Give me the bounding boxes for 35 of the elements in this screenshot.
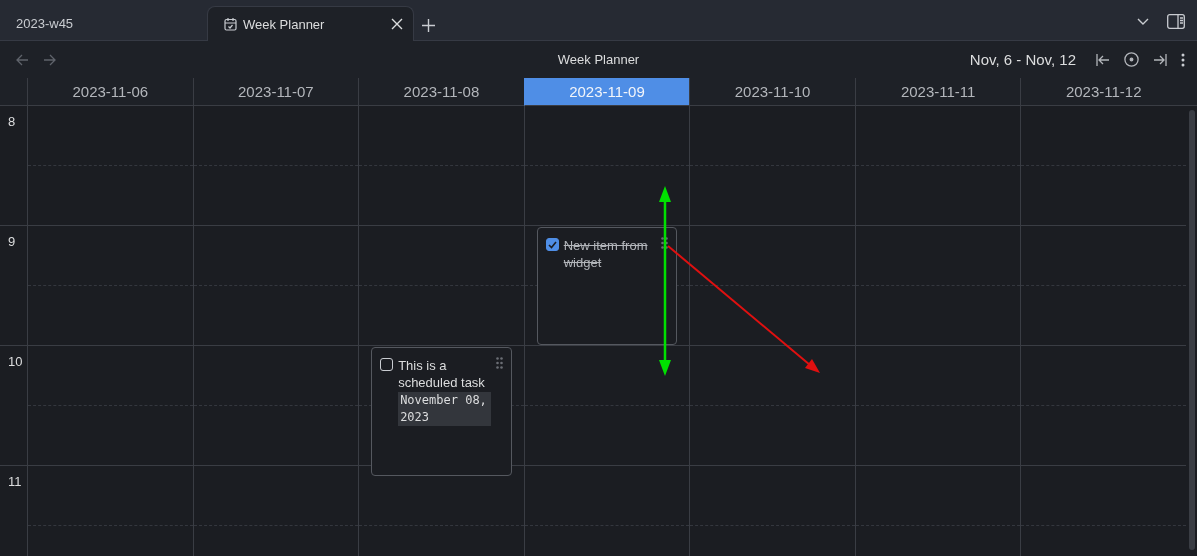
date-range: Nov, 6 - Nov, 12 xyxy=(969,51,1076,68)
more-icon[interactable] xyxy=(1181,52,1185,67)
day-header[interactable]: 2023-11-10 xyxy=(689,78,855,106)
forward-arrow-icon[interactable] xyxy=(43,53,56,66)
sidebar-icon[interactable] xyxy=(1167,14,1185,29)
last-page-icon[interactable] xyxy=(1153,53,1167,66)
drag-handle-icon[interactable] xyxy=(661,237,669,249)
task-text: New item from widget xyxy=(563,238,648,270)
hour-label: 8 xyxy=(8,114,17,129)
date-tag: November 08, 2023 xyxy=(398,392,491,426)
hour-label: 10 xyxy=(8,354,24,369)
hour-label: 9 xyxy=(8,234,17,249)
hour-label: 11 xyxy=(8,474,23,489)
checkbox[interactable] xyxy=(545,238,559,251)
checkbox[interactable] xyxy=(380,358,394,371)
target-icon[interactable] xyxy=(1124,52,1139,67)
task-card[interactable]: This is a scheduled task November 08, 2023 xyxy=(371,347,512,476)
first-page-icon[interactable] xyxy=(1096,53,1110,66)
tab[interactable]: 2023-w45 xyxy=(0,6,207,40)
chevron-down-icon[interactable] xyxy=(1137,18,1149,25)
view-title: Week Planner xyxy=(557,52,640,67)
day-header[interactable]: 2023-11-08 xyxy=(358,78,524,106)
close-icon[interactable] xyxy=(391,18,403,30)
task-card[interactable]: New item from widget xyxy=(536,227,678,345)
tab[interactable]: Week Planner xyxy=(207,6,414,41)
back-arrow-icon[interactable] xyxy=(16,53,29,66)
drag-handle-icon[interactable] xyxy=(495,357,503,369)
plus-icon[interactable] xyxy=(422,19,435,32)
task-text: This is a scheduled task xyxy=(398,358,485,390)
day-header[interactable]: 2023-11-06 xyxy=(27,78,193,106)
day-header[interactable]: 2023-11-07 xyxy=(192,78,359,106)
calendar-icon xyxy=(224,17,237,31)
day-header[interactable]: 2023-11-12 xyxy=(1020,78,1186,106)
day-header[interactable]: 2023-11-11 xyxy=(854,78,1021,106)
scrollbar-thumb[interactable] xyxy=(1189,110,1195,550)
